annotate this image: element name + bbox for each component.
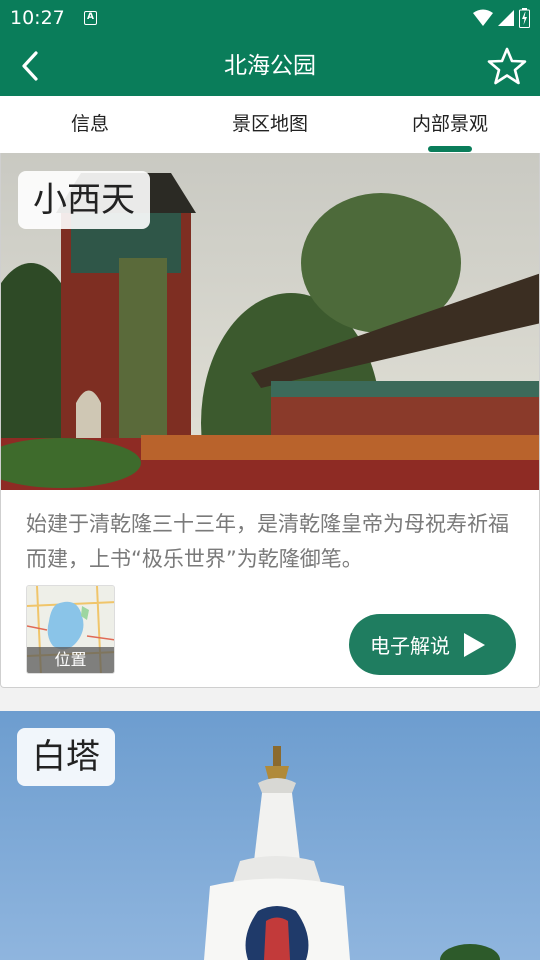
attraction-name: 白塔: [17, 728, 115, 786]
tab-label: 内部景观: [411, 113, 488, 135]
signal-icon: [498, 10, 514, 26]
tab-inner-scenery[interactable]: 内部景观: [360, 96, 540, 153]
star-outline-icon: [487, 47, 527, 85]
attraction-description: 始建于清乾隆三十三年，是清乾隆皇帝为母祝寿祈福而建，上书“极乐世界”为乾隆御笔。: [26, 512, 509, 571]
status-icons: [473, 8, 530, 28]
tab-label: 景区地图: [231, 113, 308, 135]
favorite-button[interactable]: [482, 42, 532, 90]
battery-icon: [519, 8, 530, 28]
audio-guide-button[interactable]: 电子解说: [349, 614, 516, 675]
app-bar: 北海公园: [0, 36, 540, 96]
attraction-name: 小西天: [18, 171, 150, 229]
attraction-card[interactable]: 小西天 始建于清乾隆三十三年，是清乾隆皇帝为母祝寿祈福而建，上书“极乐世界”为乾…: [0, 153, 540, 688]
status-time: 10:27: [10, 7, 65, 29]
tab-info[interactable]: 信息: [0, 96, 180, 153]
wifi-icon: [473, 9, 493, 26]
back-button[interactable]: [8, 42, 52, 90]
tab-scenic-map[interactable]: 景区地图: [180, 96, 360, 153]
page-title: 北海公园: [224, 53, 316, 79]
chevron-left-icon: [22, 51, 38, 81]
play-icon: [464, 632, 485, 657]
active-tab-indicator: [428, 146, 472, 152]
notification-a-icon: A: [84, 11, 97, 25]
status-bar: 10:27 A: [0, 0, 540, 36]
location-label: 位置: [27, 647, 114, 673]
tab-bar: 信息 景区地图 内部景观: [0, 96, 540, 153]
audio-guide-label: 电子解说: [370, 634, 450, 658]
tab-label: 信息: [70, 113, 109, 135]
attraction-card[interactable]: 白塔: [0, 711, 540, 960]
location-map-thumbnail[interactable]: 位置: [26, 585, 115, 674]
